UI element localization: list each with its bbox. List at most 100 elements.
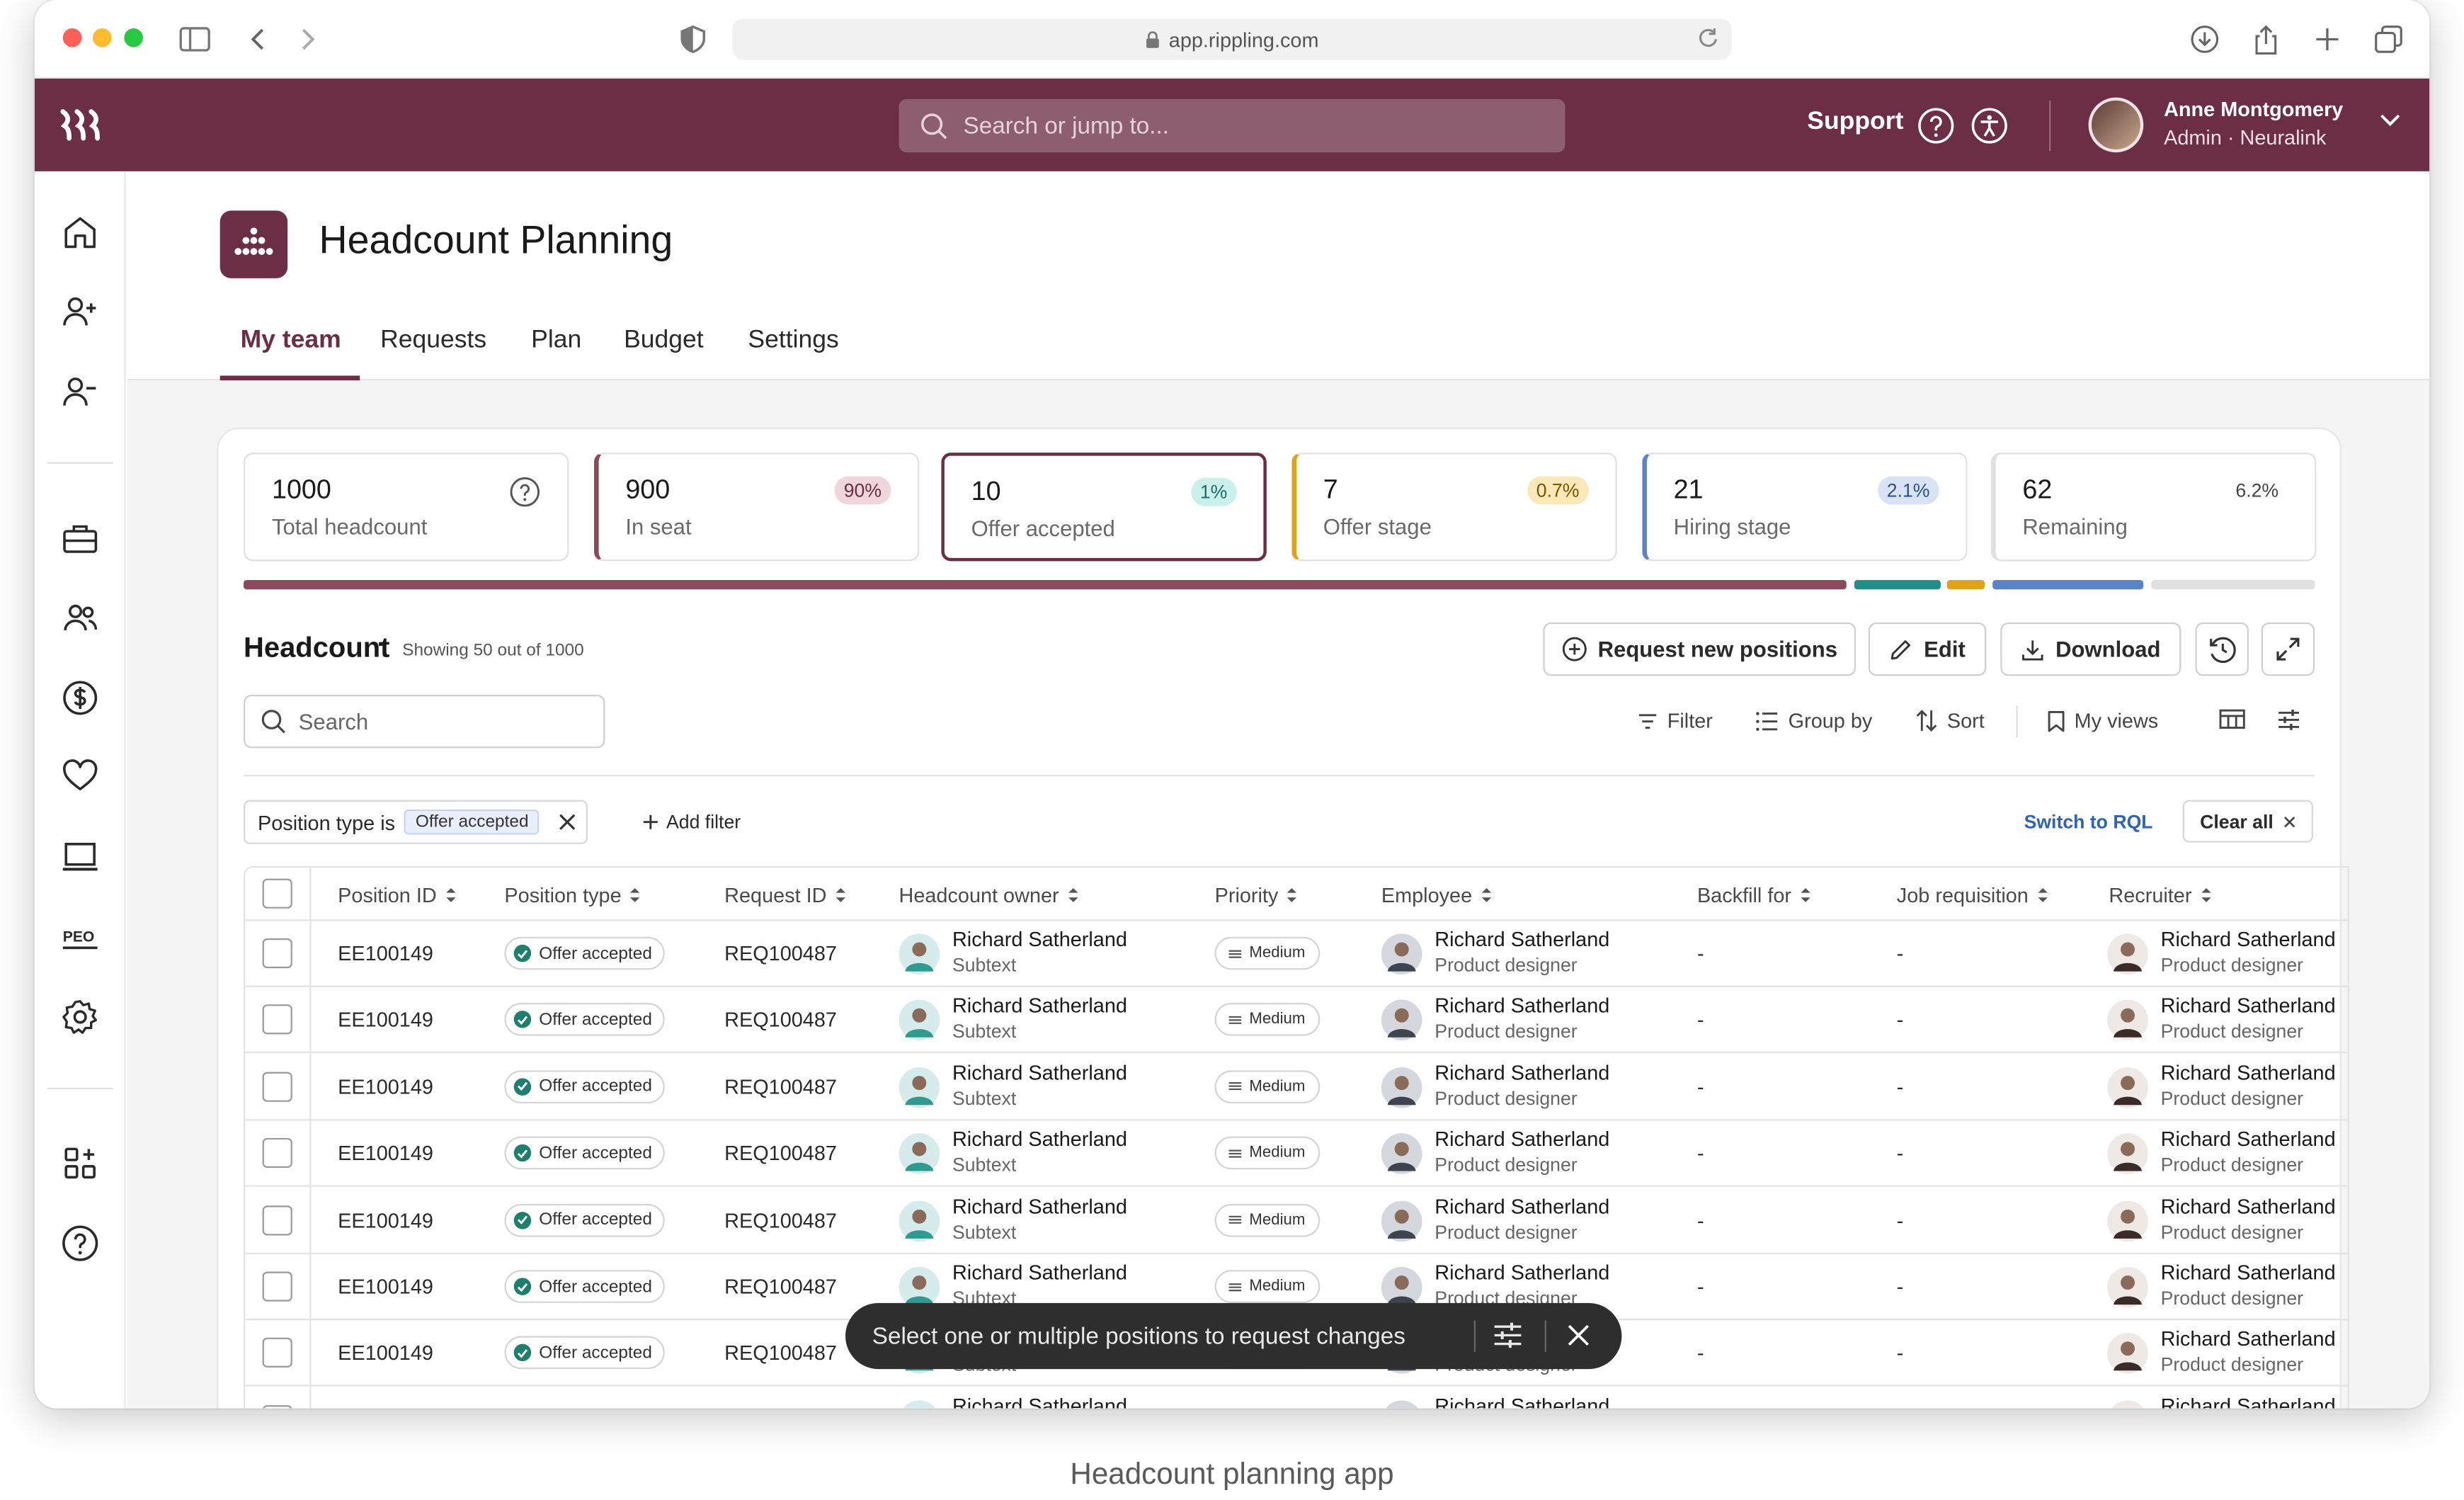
stat-card-in-seat[interactable]: 900 In seat 90%	[593, 453, 920, 562]
sidebar-toggle-icon[interactable]	[178, 22, 212, 57]
chevron-down-icon[interactable]	[2379, 113, 2401, 127]
download-icon[interactable]	[2187, 22, 2222, 57]
shield-icon[interactable]	[675, 22, 710, 57]
settings-sliders-button[interactable]	[2277, 709, 2300, 731]
switch-to-rql-link[interactable]: Switch to RQL	[2024, 811, 2153, 833]
col-recruiter-header[interactable]: Recruiter	[2109, 883, 2212, 907]
reload-icon[interactable]	[1697, 27, 1719, 49]
help-circle-icon[interactable]	[62, 1225, 99, 1262]
stat-card-hiring-stage[interactable]: 21 Hiring stage 2.1%	[1642, 453, 1968, 562]
laptop-icon[interactable]	[62, 838, 99, 875]
tab-my-team[interactable]: My team	[241, 327, 341, 356]
global-search-input[interactable]: Search or jump to...	[899, 98, 1565, 153]
col-backfill-for-header[interactable]: Backfill for	[1697, 883, 1812, 907]
tab-requests[interactable]: Requests	[380, 327, 486, 356]
sort-arrows-icon[interactable]	[445, 887, 457, 904]
sort-arrows-icon[interactable]	[629, 887, 642, 904]
close-window-icon[interactable]	[62, 28, 82, 47]
row-checkbox[interactable]	[262, 1338, 292, 1368]
stat-card-offer-accepted[interactable]: 10 Offer accepted 1%	[941, 453, 1267, 562]
remove-person-icon[interactable]	[62, 373, 99, 410]
tab-plan[interactable]: Plan	[531, 327, 581, 356]
stat-card-total[interactable]: 1000 Total headcount	[244, 453, 569, 562]
table-search-input[interactable]: Search	[244, 694, 605, 749]
stat-percent-badge: 2.1%	[1877, 476, 1939, 505]
sort-arrows-icon[interactable]	[2036, 887, 2049, 904]
forward-icon[interactable]	[291, 22, 326, 57]
table-row[interactable]: EE100149 Offer accepted REQ100487 Richard S…	[245, 1055, 2348, 1120]
close-icon[interactable]	[1567, 1324, 1590, 1347]
sort-arrows-icon[interactable]	[1799, 887, 1812, 904]
expand-button[interactable]	[2261, 622, 2315, 676]
table-row[interactable]: EE100149 Offer accepted REQ100487 Richard S…	[245, 921, 2348, 987]
sort-arrows-icon[interactable]	[1286, 887, 1299, 904]
dollar-icon[interactable]	[62, 679, 99, 717]
back-icon[interactable]	[241, 22, 275, 57]
col-request-id-header[interactable]: Request ID	[724, 883, 847, 907]
sort-arrows-icon[interactable]	[2200, 887, 2213, 904]
owner-subtext: Subtext	[952, 1021, 1017, 1043]
select-all-checkbox[interactable]	[262, 878, 292, 909]
my-views-button[interactable]: My views	[2048, 709, 2158, 732]
address-bar[interactable]: app.rippling.com	[732, 18, 1732, 60]
col-headcount-owner-header[interactable]: Headcount owner	[899, 883, 1079, 907]
row-checkbox[interactable]	[262, 1072, 292, 1102]
active-filter-chip[interactable]: Position type is Offer accepted	[244, 800, 588, 844]
tabs-overview-icon[interactable]	[2371, 22, 2406, 57]
add-filter-button[interactable]: Add filter	[643, 811, 741, 833]
maximize-window-icon[interactable]	[124, 28, 143, 47]
apps-icon[interactable]	[62, 1144, 99, 1182]
row-checkbox[interactable]	[262, 1005, 292, 1035]
table-row[interactable]: EE100149 Offer accepted REQ100487 Richard S…	[245, 1121, 2348, 1188]
download-button[interactable]: Download	[2000, 622, 2181, 676]
table-row[interactable]: Richard Satherland Richard Satherland Rich…	[245, 1387, 2348, 1409]
row-checkbox[interactable]	[262, 1404, 292, 1409]
row-checkbox[interactable]	[262, 938, 292, 969]
group-by-button[interactable]: Group by	[1755, 709, 1872, 732]
tab-settings[interactable]: Settings	[748, 327, 838, 356]
settings-gear-icon[interactable]	[62, 998, 99, 1035]
support-link[interactable]: Support	[1807, 108, 1903, 137]
add-person-icon[interactable]	[62, 292, 99, 330]
sort-arrows-icon[interactable]	[1067, 887, 1080, 904]
col-position-type-header[interactable]: Position type	[504, 883, 641, 907]
info-icon[interactable]	[509, 476, 540, 507]
home-icon[interactable]	[62, 214, 99, 251]
clear-all-button[interactable]: Clear all	[2182, 800, 2313, 843]
request-new-positions-button[interactable]: Request new positions	[1543, 622, 1856, 676]
check-circle-icon	[513, 1278, 532, 1295]
stat-card-remaining[interactable]: 62 Remaining 6.2%	[1990, 453, 2317, 562]
accessibility-icon[interactable]	[1970, 107, 2008, 144]
share-icon[interactable]	[2249, 22, 2283, 57]
columns-button[interactable]	[2219, 709, 2246, 729]
col-position-id-header[interactable]: Position ID	[338, 883, 457, 907]
rippling-logo-icon[interactable]	[59, 107, 103, 142]
table-row[interactable]: EE100149 Offer accepted REQ100487 Richard S…	[245, 1188, 2348, 1254]
stat-card-offer-stage[interactable]: 7 Offer stage 0.7%	[1291, 453, 1617, 562]
new-tab-icon[interactable]	[2310, 22, 2345, 57]
row-checkbox[interactable]	[262, 1138, 292, 1169]
close-icon[interactable]	[559, 812, 578, 831]
employee-title: Product designer	[1435, 954, 1578, 977]
filter-button[interactable]: Filter	[1638, 709, 1713, 732]
col-employee-header[interactable]: Employee	[1381, 883, 1493, 907]
people-icon[interactable]	[62, 599, 99, 637]
sort-arrows-icon[interactable]	[1480, 887, 1493, 904]
table-row[interactable]: EE100149 Offer accepted REQ100487 Richard S…	[245, 988, 2348, 1054]
history-button[interactable]	[2195, 622, 2249, 676]
col-job-requisition-header[interactable]: Job requisition	[1897, 883, 2049, 907]
col-priority-header[interactable]: Priority	[1215, 883, 1299, 907]
sort-arrows-icon[interactable]	[835, 887, 848, 904]
minimize-window-icon[interactable]	[92, 28, 112, 47]
briefcase-icon[interactable]	[62, 521, 99, 558]
row-checkbox[interactable]	[262, 1205, 292, 1235]
heart-icon[interactable]	[62, 758, 99, 795]
sort-button[interactable]: Sort	[1915, 709, 1985, 732]
row-checkbox[interactable]	[262, 1271, 292, 1302]
edit-button[interactable]: Edit	[1868, 622, 1987, 676]
user-avatar[interactable]	[2088, 97, 2144, 153]
peo-icon[interactable]: PEO	[62, 918, 99, 955]
help-icon[interactable]	[1917, 107, 1955, 144]
sliders-icon[interactable]	[1493, 1322, 1522, 1349]
tab-budget[interactable]: Budget	[624, 327, 704, 356]
